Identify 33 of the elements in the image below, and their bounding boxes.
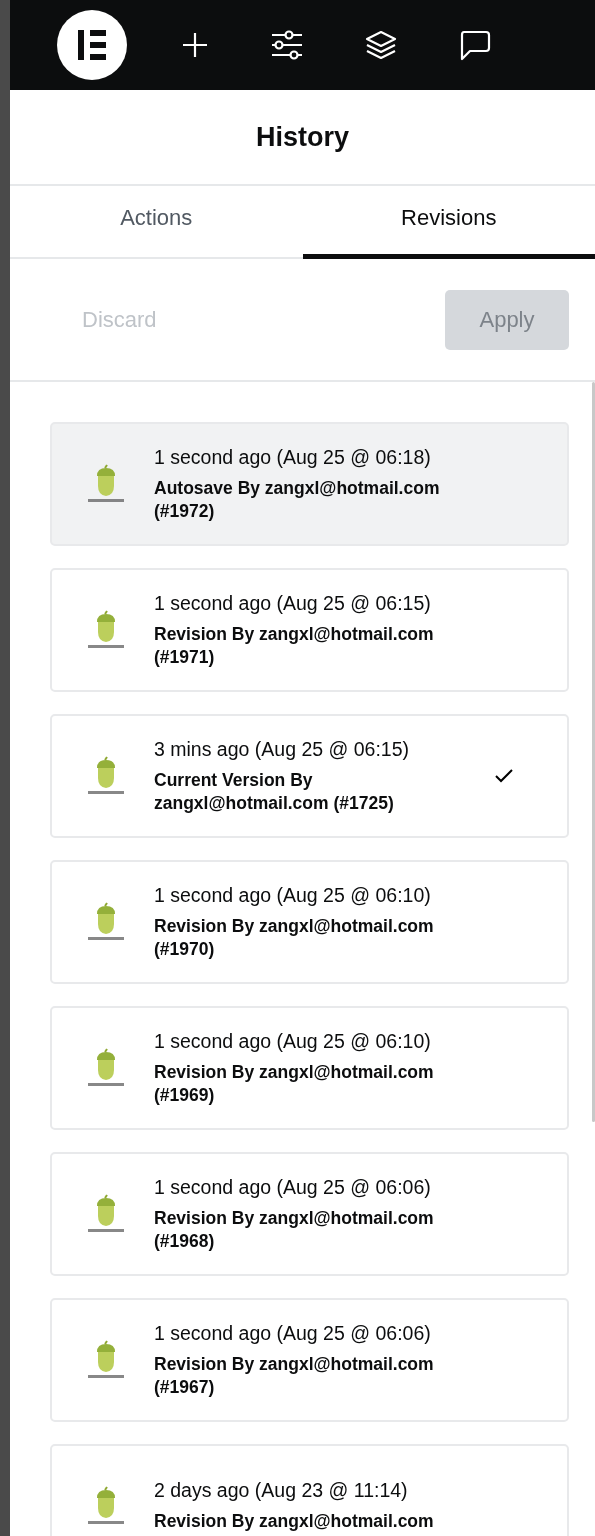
revision-card[interactable]: 1 second ago (Aug 25 @ 06:10) Revision By zangxl@hotmail.com (#1969) [50,1006,569,1130]
revision-author: Autosave By zangxl@hotmail.com (#1972) [154,476,441,523]
speech-bubble-icon[interactable] [459,29,491,61]
scrollbar[interactable] [592,382,595,1122]
revision-author: Revision By zangxl@hotmail.com (#1967) [154,1352,435,1399]
revision-time: 1 second ago (Aug 25 @ 06:06) [154,1321,432,1345]
revision-time: 1 second ago (Aug 25 @ 06:10) [154,883,432,907]
revision-card[interactable]: 1 second ago (Aug 25 @ 06:06) Revision By zangxl@hotmail.com (#1967) [50,1298,569,1422]
revision-time: 1 second ago (Aug 25 @ 06:18) [154,445,432,469]
revision-card[interactable]: 1 second ago (Aug 25 @ 06:10) Revision By zangxl@hotmail.com (#1970) [50,860,569,984]
revision-author: Revision By zangxl@hotmail.com [154,1510,435,1533]
revision-author: Revision By zangxl@hotmail.com (#1969) [154,1060,435,1107]
revision-card[interactable]: 1 second ago (Aug 25 @ 06:06) Revision By zangxl@hotmail.com (#1968) [50,1152,569,1276]
revision-card[interactable]: 1 second ago (Aug 25 @ 06:18) Autosave By zangxl@hotmail.com (#1972) [50,422,569,546]
revision-time: 1 second ago (Aug 25 @ 06:10) [154,1029,432,1053]
revision-author: Revision By zangxl@hotmail.com (#1968) [154,1206,435,1253]
revision-time: 1 second ago (Aug 25 @ 06:15) [154,591,432,615]
tab[interactable]: Revisions [302,186,595,259]
revision-author: Current Version By zangxl@hotmail.com (#1725) [154,768,395,815]
revision-author: Revision By zangxl@hotmail.com (#1970) [154,914,435,961]
revision-time: 2 days ago (Aug 23 @ 11:14) [154,1479,409,1502]
revision-card[interactable]: 1 second ago (Aug 25 @ 06:15) Revision By zangxl@hotmail.com (#1971) [50,568,569,692]
revision-time: 1 second ago (Aug 25 @ 06:06) [154,1175,432,1199]
tab[interactable]: Actions [10,186,303,259]
revision-card[interactable]: 3 mins ago (Aug 25 @ 06:15) Current Version By zangxl@hotmail.com (#1725) [50,714,569,838]
revision-time: 3 mins ago (Aug 25 @ 06:15) [154,737,411,761]
panel-title: History [10,90,595,186]
revision-card[interactable]: 2 days ago (Aug 23 @ 11:14) Revision By zangxl@hotmail.com [50,1444,569,1536]
revision-author: Revision By zangxl@hotmail.com (#1971) [154,622,435,669]
elementor-logo-icon[interactable] [57,10,127,80]
sliders-icon[interactable] [271,30,303,60]
plus-icon[interactable] [181,31,209,59]
layers-icon[interactable] [365,30,397,60]
